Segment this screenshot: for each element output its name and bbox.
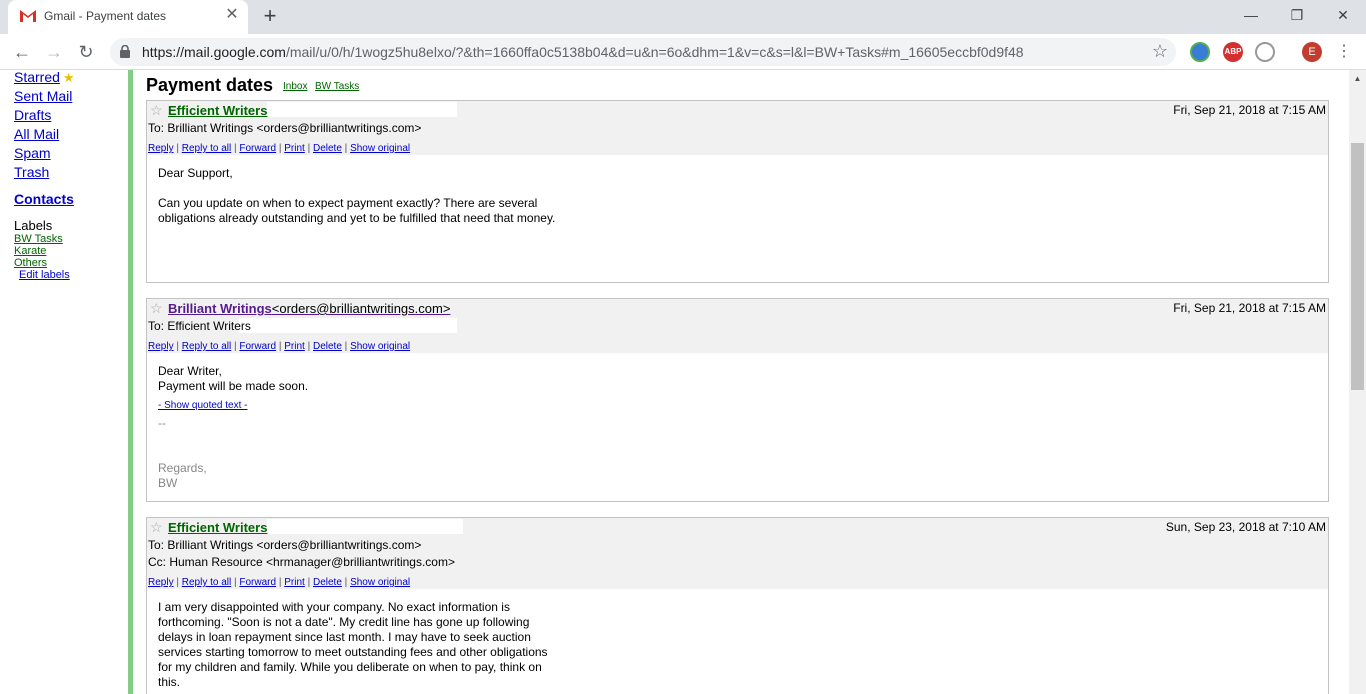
signature-regards: Regards, [158,461,207,475]
label-bw-tasks[interactable]: BW Tasks [14,233,63,245]
forward-link[interactable]: Forward [239,341,276,352]
message-date: Sun, Sep 23, 2018 at 7:10 AM [1165,520,1326,534]
signature-name: BW [158,476,178,490]
message-actions: Reply | Reply to all | Forward | Print |… [148,341,411,352]
tab-bar: Gmail - Payment dates ✕ + — ❐ ✕ [0,0,1366,34]
thread-label-bw-tasks[interactable]: BW Tasks [315,81,359,92]
tab-close-icon[interactable]: ✕ [224,7,240,23]
sender-email: <orders@brilliantwritings.com> [271,301,451,316]
sender-name[interactable]: Brilliant Writings<orders@brilliantwriti… [168,301,450,316]
lock-icon [120,45,130,58]
show-original-link[interactable]: Show original [350,341,410,352]
reply-all-link[interactable]: Reply to all [182,143,231,154]
message-actions: Reply | Reply to all | Forward | Print |… [148,143,411,154]
message-header: ☆ Brilliant Writings<orders@brilliantwri… [147,299,1328,353]
star-outline-icon[interactable]: ☆ [150,300,163,317]
reload-icon[interactable]: ↻ [74,40,98,64]
message-body: Dear Writer, Payment will be made soon. … [158,364,568,491]
browser-tab[interactable]: Gmail - Payment dates ✕ [8,0,248,34]
thread-border [128,70,133,694]
extension-icon[interactable] [1255,42,1275,62]
nav-spam[interactable]: Spam [14,145,51,161]
show-original-link[interactable]: Show original [350,143,410,154]
window-close-icon[interactable]: ✕ [1320,0,1366,30]
delete-link[interactable]: Delete [313,143,342,154]
url-text: https://mail.google.com/mail/u/0/h/1wogz… [142,44,1024,60]
show-original-link[interactable]: Show original [350,577,410,588]
reply-link[interactable]: Reply [148,341,174,352]
signature-dash: -- [158,416,166,430]
adblock-icon[interactable]: ABP [1223,42,1243,62]
reply-all-link[interactable]: Reply to all [182,341,231,352]
message-date: Fri, Sep 21, 2018 at 7:15 AM [1173,301,1326,315]
message-date: Fri, Sep 21, 2018 at 7:15 AM [1173,103,1326,117]
reply-link[interactable]: Reply [148,143,174,154]
bookmark-star-icon[interactable]: ☆ [1152,41,1168,62]
message-actions: Reply | Reply to all | Forward | Print |… [148,577,411,588]
message-3: ☆ Efficient Writers Sun, Sep 23, 2018 at… [146,517,1329,694]
nav-contacts[interactable]: Contacts [14,191,74,207]
star-outline-icon[interactable]: ☆ [150,102,163,119]
message-body: I am very disappointed with your company… [158,600,548,689]
sender-name[interactable]: Efficient Writers [168,103,267,118]
show-quoted-text-link[interactable]: - Show quoted text - [158,400,248,411]
forward-link[interactable]: Forward [239,143,276,154]
gmail-page: Starred ★ Sent Mail Drafts All Mail Spam … [0,70,1366,694]
label-others[interactable]: Others [14,257,47,269]
minimize-icon[interactable]: — [1228,0,1274,30]
thread-label-inbox[interactable]: Inbox [283,81,307,92]
scrollbar[interactable]: ▲ [1349,70,1366,694]
tab-title: Gmail - Payment dates [44,9,167,23]
menu-icon[interactable]: ⋮ [1336,42,1352,62]
extension-globe-icon[interactable] [1190,42,1210,62]
message-header: ☆ Efficient Writers Fri, Sep 21, 2018 at… [147,101,1328,155]
message-body: Dear Support, Can you update on when to … [158,166,556,225]
gmail-icon [20,10,36,22]
profile-avatar[interactable]: E [1302,42,1322,62]
forward-link[interactable]: Forward [239,577,276,588]
back-icon[interactable]: ← [10,40,34,64]
nav-trash[interactable]: Trash [14,164,49,180]
nav-starred[interactable]: Starred ★ [14,70,75,86]
star-outline-icon[interactable]: ☆ [150,519,163,536]
scroll-up-icon[interactable]: ▲ [1349,70,1366,87]
to-line: To: Brilliant Writings <orders@brilliant… [148,121,422,135]
delete-link[interactable]: Delete [313,577,342,588]
message-1: ☆ Efficient Writers Fri, Sep 21, 2018 at… [146,100,1329,283]
print-link[interactable]: Print [284,577,305,588]
reply-all-link[interactable]: Reply to all [182,577,231,588]
thread-subject: Payment dates [146,75,274,95]
nav-sent-mail[interactable]: Sent Mail [14,88,72,104]
print-link[interactable]: Print [284,341,305,352]
new-tab-icon[interactable]: + [258,4,282,28]
browser-toolbar: ← → ↻ https://mail.google.com/mail/u/0/h… [0,34,1366,70]
edit-labels-link[interactable]: Edit labels [19,269,70,281]
forward-icon[interactable]: → [42,40,66,64]
scrollbar-thumb[interactable] [1351,143,1364,390]
sender-name[interactable]: Efficient Writers [168,520,267,535]
nav-drafts[interactable]: Drafts [14,107,51,123]
cc-line: Cc: Human Resource <hrmanager@brilliantw… [148,555,455,569]
label-karate[interactable]: Karate [14,245,46,257]
labels-heading: Labels [14,218,53,233]
star-icon: ★ [62,70,75,85]
print-link[interactable]: Print [284,143,305,154]
reply-link[interactable]: Reply [148,577,174,588]
delete-link[interactable]: Delete [313,341,342,352]
restore-icon[interactable]: ❐ [1274,0,1320,30]
message-header: ☆ Efficient Writers Sun, Sep 23, 2018 at… [147,518,1328,589]
to-line: To: Brilliant Writings <orders@brilliant… [148,538,422,552]
message-2: ☆ Brilliant Writings<orders@brilliantwri… [146,298,1329,502]
address-bar[interactable]: https://mail.google.com/mail/u/0/h/1wogz… [110,38,1176,66]
to-line: To: Efficient Writers [148,319,251,333]
nav-all-mail[interactable]: All Mail [14,126,59,142]
